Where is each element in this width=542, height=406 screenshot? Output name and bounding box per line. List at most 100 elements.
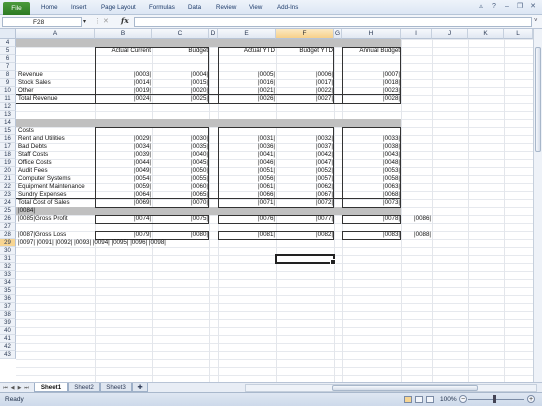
row-header[interactable]: 21 — [0, 175, 16, 183]
row-header[interactable]: 24 — [0, 199, 16, 207]
label-cost-row[interactable]: Staff Costs — [18, 151, 95, 159]
row-header[interactable]: 43 — [0, 351, 16, 359]
cell-value[interactable]: |0086| — [401, 215, 431, 223]
label-costs[interactable]: Costs — [18, 127, 95, 135]
row-header[interactable]: 32 — [0, 263, 16, 271]
column-header-g[interactable]: G — [334, 29, 342, 39]
help-icon[interactable]: ? — [489, 2, 499, 12]
sheet-tab-sheet3[interactable]: Sheet3 — [100, 383, 132, 392]
row-header[interactable]: 17 — [0, 143, 16, 151]
row-header[interactable]: 19 — [0, 159, 16, 167]
first-sheet-icon[interactable]: ⏮ — [2, 384, 9, 392]
tab-page-layout[interactable]: Page Layout — [101, 3, 136, 13]
zoom-out-icon[interactable]: − — [459, 395, 467, 403]
cell-value[interactable]: |0088| — [401, 231, 431, 239]
column-header-c[interactable]: C — [152, 29, 209, 39]
vertical-scroll-thumb[interactable] — [535, 47, 541, 152]
restore-icon[interactable]: ❐ — [515, 2, 525, 12]
label-total-revenue[interactable]: Total Revenue — [18, 95, 95, 103]
row-header[interactable]: 13 — [0, 111, 16, 119]
tab-review[interactable]: Review — [216, 3, 236, 13]
row-header[interactable]: 12 — [0, 103, 16, 111]
vertical-scrollbar[interactable] — [533, 29, 542, 382]
row-header[interactable]: 31 — [0, 255, 16, 263]
page-layout-view-icon[interactable] — [415, 396, 423, 403]
minimize-icon[interactable]: – — [502, 2, 512, 12]
row-header[interactable]: 4 — [0, 39, 16, 47]
label-cost-row[interactable]: Equipment Maintenance — [18, 183, 95, 191]
row-header[interactable]: 23 — [0, 191, 16, 199]
row-header[interactable]: 20 — [0, 167, 16, 175]
insert-function-icon[interactable]: fx — [121, 16, 129, 25]
name-box[interactable]: F28 — [2, 17, 82, 27]
expand-formula-bar-icon[interactable]: ˅ — [534, 18, 540, 26]
tab-data[interactable]: Data — [188, 3, 201, 13]
row-header[interactable]: 38 — [0, 311, 16, 319]
label-revenue[interactable]: Revenue — [18, 71, 95, 79]
zoom-level[interactable]: 100% — [440, 396, 457, 403]
row-header[interactable]: 39 — [0, 319, 16, 327]
worksheet-grid[interactable]: A B C D E F G H I J K L 4 5 6 7 8 9 10 1… — [0, 29, 542, 382]
cell-row-26[interactable]: |0097| |0091| |0092| |0093| |0094| |0095… — [18, 239, 238, 247]
sheet-tab-sheet2[interactable]: Sheet2 — [68, 383, 100, 392]
horizontal-scroll-thumb[interactable] — [332, 385, 478, 391]
page-break-view-icon[interactable] — [426, 396, 434, 403]
tab-home[interactable]: Home — [41, 3, 58, 13]
column-header-a[interactable]: A — [16, 29, 95, 39]
row-header[interactable]: 10 — [0, 87, 16, 95]
normal-view-icon[interactable] — [404, 396, 412, 403]
row-header[interactable]: 22 — [0, 183, 16, 191]
insert-sheet-icon[interactable]: ✚ — [132, 383, 148, 392]
column-header-j[interactable]: J — [432, 29, 468, 39]
tab-add-ins[interactable]: Add-Ins — [277, 3, 298, 13]
select-all-button[interactable] — [0, 29, 16, 39]
last-sheet-icon[interactable]: ⏭ — [23, 384, 30, 392]
row-header[interactable]: 28 — [0, 231, 16, 239]
row-header[interactable]: 9 — [0, 79, 16, 87]
row-header[interactable]: 16 — [0, 135, 16, 143]
row-header[interactable]: 8 — [0, 71, 16, 79]
row-header[interactable]: 40 — [0, 327, 16, 335]
row-header[interactable]: 37 — [0, 303, 16, 311]
zoom-in-icon[interactable]: + — [527, 395, 535, 403]
name-box-dropdown-icon[interactable]: ▾ — [83, 18, 86, 25]
cell-row-22[interactable]: |0084| — [18, 207, 95, 215]
tab-formulas[interactable]: Formulas — [149, 3, 175, 13]
zoom-slider[interactable] — [468, 399, 524, 400]
row-header[interactable]: 41 — [0, 335, 16, 343]
row-header[interactable]: 30 — [0, 247, 16, 255]
formula-input[interactable] — [134, 17, 532, 27]
label-cost-row[interactable]: Computer Systems — [18, 175, 95, 183]
label-cost-row[interactable]: Audit Fees — [18, 167, 95, 175]
row-header[interactable]: 34 — [0, 279, 16, 287]
cancel-entry-icon[interactable]: ⋮ ✕ — [94, 17, 109, 25]
label-total-cost-of-sales[interactable]: Total Cost of Sales — [18, 199, 95, 207]
row-header[interactable]: 18 — [0, 151, 16, 159]
file-tab[interactable]: File — [3, 2, 30, 15]
column-header-f[interactable]: F — [276, 29, 334, 39]
row-header[interactable]: 15 — [0, 127, 16, 135]
zoom-slider-thumb[interactable] — [493, 395, 496, 403]
row-header[interactable]: 5 — [0, 47, 16, 55]
column-header-h[interactable]: H — [342, 29, 401, 39]
row-header[interactable]: 14 — [0, 119, 16, 127]
tab-view[interactable]: View — [249, 3, 262, 13]
column-header-e[interactable]: E — [218, 29, 276, 39]
row-header[interactable]: 42 — [0, 343, 16, 351]
prev-sheet-icon[interactable]: ◀ — [9, 384, 16, 392]
row-header[interactable]: 11 — [0, 95, 16, 103]
label-cost-row[interactable]: Rent and Utilities — [18, 135, 95, 143]
column-header-l[interactable]: L — [504, 29, 533, 39]
row-header[interactable]: 25 — [0, 207, 16, 215]
column-header-i[interactable]: I — [401, 29, 432, 39]
label-gross-profit[interactable]: |0085|Gross Profit — [18, 215, 95, 223]
active-cell-f28[interactable] — [275, 254, 336, 265]
column-header-d[interactable]: D — [209, 29, 218, 39]
row-header[interactable]: 27 — [0, 223, 16, 231]
horizontal-scrollbar[interactable] — [245, 384, 537, 392]
sheet-tab-sheet1[interactable]: Sheet1 — [34, 383, 68, 392]
collapse-ribbon-icon[interactable]: ▵ — [476, 2, 486, 12]
label-gross-loss[interactable]: |0087|Gross Loss — [18, 231, 95, 239]
next-sheet-icon[interactable]: ▶ — [16, 384, 23, 392]
label-stock-sales[interactable]: Stock Sales — [18, 79, 95, 87]
